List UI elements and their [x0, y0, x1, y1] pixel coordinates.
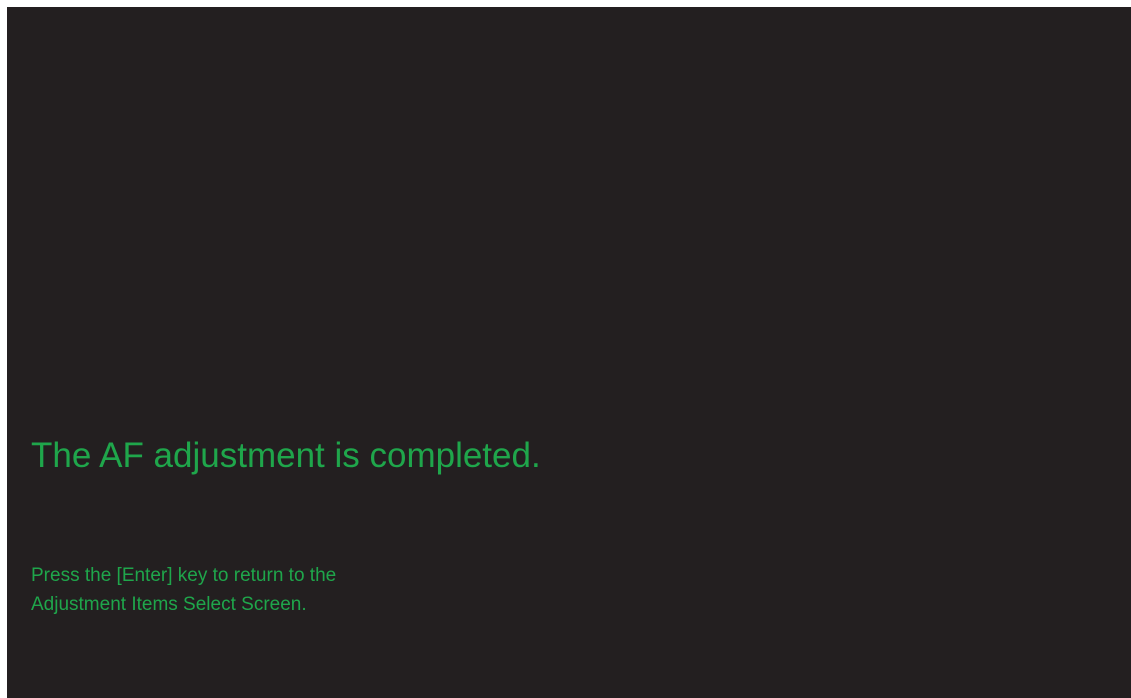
instruction-line: Press the [Enter] key to return to the: [31, 565, 337, 586]
adjustment-screen: The AF adjustment is completed. Press th…: [7, 7, 1131, 698]
instruction-text: Press the [Enter] key to return to the A…: [31, 561, 336, 619]
instruction-line: Adjustment Items Select Screen.: [31, 594, 307, 615]
completion-message: The AF adjustment is completed.: [31, 436, 541, 475]
